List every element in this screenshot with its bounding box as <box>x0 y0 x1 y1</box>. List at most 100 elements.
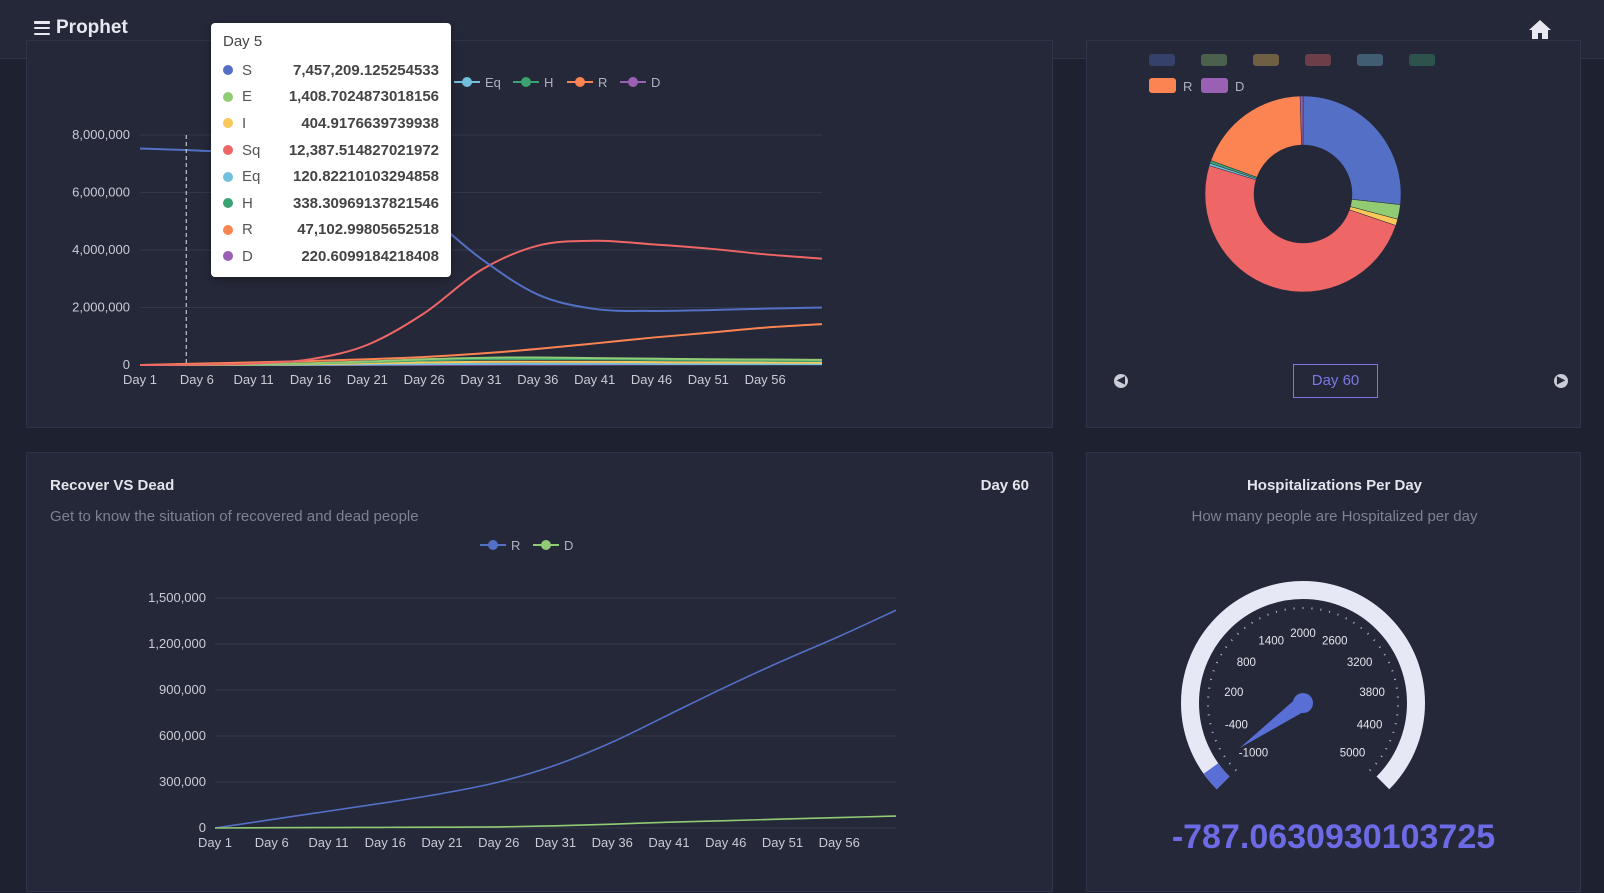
gauge-tick <box>1389 740 1391 741</box>
legend-label[interactable]: D <box>1235 79 1244 94</box>
gauge-tick <box>1268 614 1269 616</box>
legend-swatch[interactable] <box>1149 78 1176 93</box>
recover-vs-dead-card: Recover VS Dead Get to know the situatio… <box>26 452 1053 892</box>
hamburger-menu-icon[interactable] <box>34 21 50 35</box>
tooltip-dot <box>223 65 233 75</box>
tooltip-series-name: I <box>242 115 301 132</box>
legend-swatch <box>1201 54 1227 66</box>
gauge-tick <box>1212 732 1214 733</box>
tooltip-series-value: 404.9176639739938 <box>301 115 439 132</box>
legend-swatch <box>1357 54 1383 66</box>
x-tick-label: Day 6 <box>255 835 289 850</box>
home-icon[interactable] <box>1528 18 1552 40</box>
tooltip-dot <box>223 92 233 102</box>
gauge-tick <box>1259 617 1260 619</box>
x-tick-label: Day 16 <box>365 835 406 850</box>
tooltip-series-name: D <box>242 248 301 265</box>
donut-slice-S[interactable] <box>1303 96 1401 205</box>
gauge-tick <box>1338 614 1339 616</box>
gauge-tick-label: 5000 <box>1340 747 1366 759</box>
gauge-tick <box>1361 627 1362 629</box>
gauge-tick <box>1353 622 1354 624</box>
legend-label[interactable]: R <box>598 75 607 90</box>
x-tick-label: Day 6 <box>180 372 214 387</box>
x-tick-label: Day 21 <box>347 372 388 387</box>
gauge-tick <box>1252 622 1253 624</box>
gauge-tick <box>1237 633 1238 634</box>
day-selector-button[interactable]: Day 60 <box>1293 364 1378 398</box>
tooltip-series-value: 338.30969137821546 <box>293 195 439 212</box>
gauge-tick <box>1392 732 1394 733</box>
gauge-tick <box>1369 769 1370 770</box>
x-tick-label: Day 51 <box>688 372 729 387</box>
tooltip-dot <box>223 225 233 235</box>
tooltip-series-name: E <box>242 88 289 105</box>
y-tick-label: 600,000 <box>159 728 206 743</box>
y-tick-label: 1,200,000 <box>148 636 206 651</box>
legend-swatch[interactable] <box>1201 78 1228 93</box>
brand[interactable]: Prophet <box>34 17 128 39</box>
x-tick-label: Day 41 <box>574 372 615 387</box>
tooltip-series-name: Eq <box>242 168 293 185</box>
gauge-tick-label: -1000 <box>1239 747 1268 759</box>
x-tick-label: Day 1 <box>198 835 232 850</box>
y-tick-label: 4,000,000 <box>72 242 130 257</box>
tooltip-series-value: 12,387.514827021972 <box>289 142 439 159</box>
tooltip-row: Eq120.82210103294858 <box>223 163 439 190</box>
recover-dead-line-chart[interactable]: RD0300,000600,000900,0001,200,0001,500,0… <box>27 453 1054 893</box>
simulation-line-chart[interactable]: EqHRD02,000,0004,000,0006,000,0008,000,0… <box>27 41 1054 429</box>
gauge-tick <box>1215 740 1217 741</box>
gauge-tick-label: 4400 <box>1357 720 1383 732</box>
tooltip-row: H338.30969137821546 <box>223 190 439 217</box>
gauge-tick <box>1385 748 1387 749</box>
x-tick-label: Day 26 <box>404 372 445 387</box>
x-tick-label: Day 46 <box>631 372 672 387</box>
legend-marker <box>463 78 472 87</box>
y-tick-label: 8,000,000 <box>72 127 130 142</box>
x-tick-label: Day 36 <box>517 372 558 387</box>
gauge-tick-label: 2600 <box>1322 636 1348 648</box>
legend-marker <box>542 541 551 550</box>
gauge-tick <box>1235 769 1236 770</box>
tooltip-series-name: R <box>242 221 297 238</box>
gauge-tick <box>1381 756 1383 757</box>
x-tick-label: Day 56 <box>819 835 860 850</box>
y-tick-label: 1,500,000 <box>148 590 206 605</box>
gauge-tick <box>1224 756 1226 757</box>
legend-label[interactable]: R <box>511 538 520 553</box>
tooltip-dot <box>223 172 233 182</box>
y-tick-label: 900,000 <box>159 682 206 697</box>
donut-slice-R[interactable] <box>1211 96 1302 177</box>
x-tick-label: Day 21 <box>421 835 462 850</box>
gauge-tick <box>1388 662 1390 663</box>
gauge-tick <box>1367 633 1368 634</box>
legend-label[interactable]: R <box>1183 79 1192 94</box>
tooltip-series-name: H <box>242 195 293 212</box>
chevron-left-icon[interactable]: ◀ <box>1114 374 1128 388</box>
chevron-right-icon[interactable]: ▶ <box>1554 374 1568 388</box>
x-tick-label: Day 11 <box>234 372 274 387</box>
gauge-value: -787.0630930103725 <box>1086 818 1581 857</box>
legend-swatch <box>1305 54 1331 66</box>
legend-label[interactable]: D <box>651 75 660 90</box>
x-tick-label: Day 31 <box>460 372 501 387</box>
legend-label[interactable]: Eq <box>485 75 501 90</box>
series-line-D[interactable] <box>215 816 896 828</box>
legend-marker <box>576 78 585 87</box>
tooltip-dot <box>223 251 233 261</box>
tooltip-row: I404.9176639739938 <box>223 110 439 137</box>
gauge-tick <box>1213 670 1215 671</box>
gauge-tick-label: 1400 <box>1258 636 1284 648</box>
gauge-pointer-hub <box>1293 693 1313 713</box>
legend-label[interactable]: D <box>564 538 573 553</box>
gauge-tick <box>1219 748 1221 749</box>
legend-label[interactable]: H <box>544 75 553 90</box>
x-tick-label: Day 51 <box>762 835 803 850</box>
tooltip-row: R47,102.99805652518 <box>223 217 439 244</box>
x-tick-label: Day 46 <box>705 835 746 850</box>
gauge-tick-label: 800 <box>1237 657 1256 669</box>
series-line-R[interactable] <box>215 610 896 828</box>
gauge-tick-label: -400 <box>1225 720 1248 732</box>
legend-marker <box>522 78 531 87</box>
x-tick-label: Day 11 <box>308 835 348 850</box>
